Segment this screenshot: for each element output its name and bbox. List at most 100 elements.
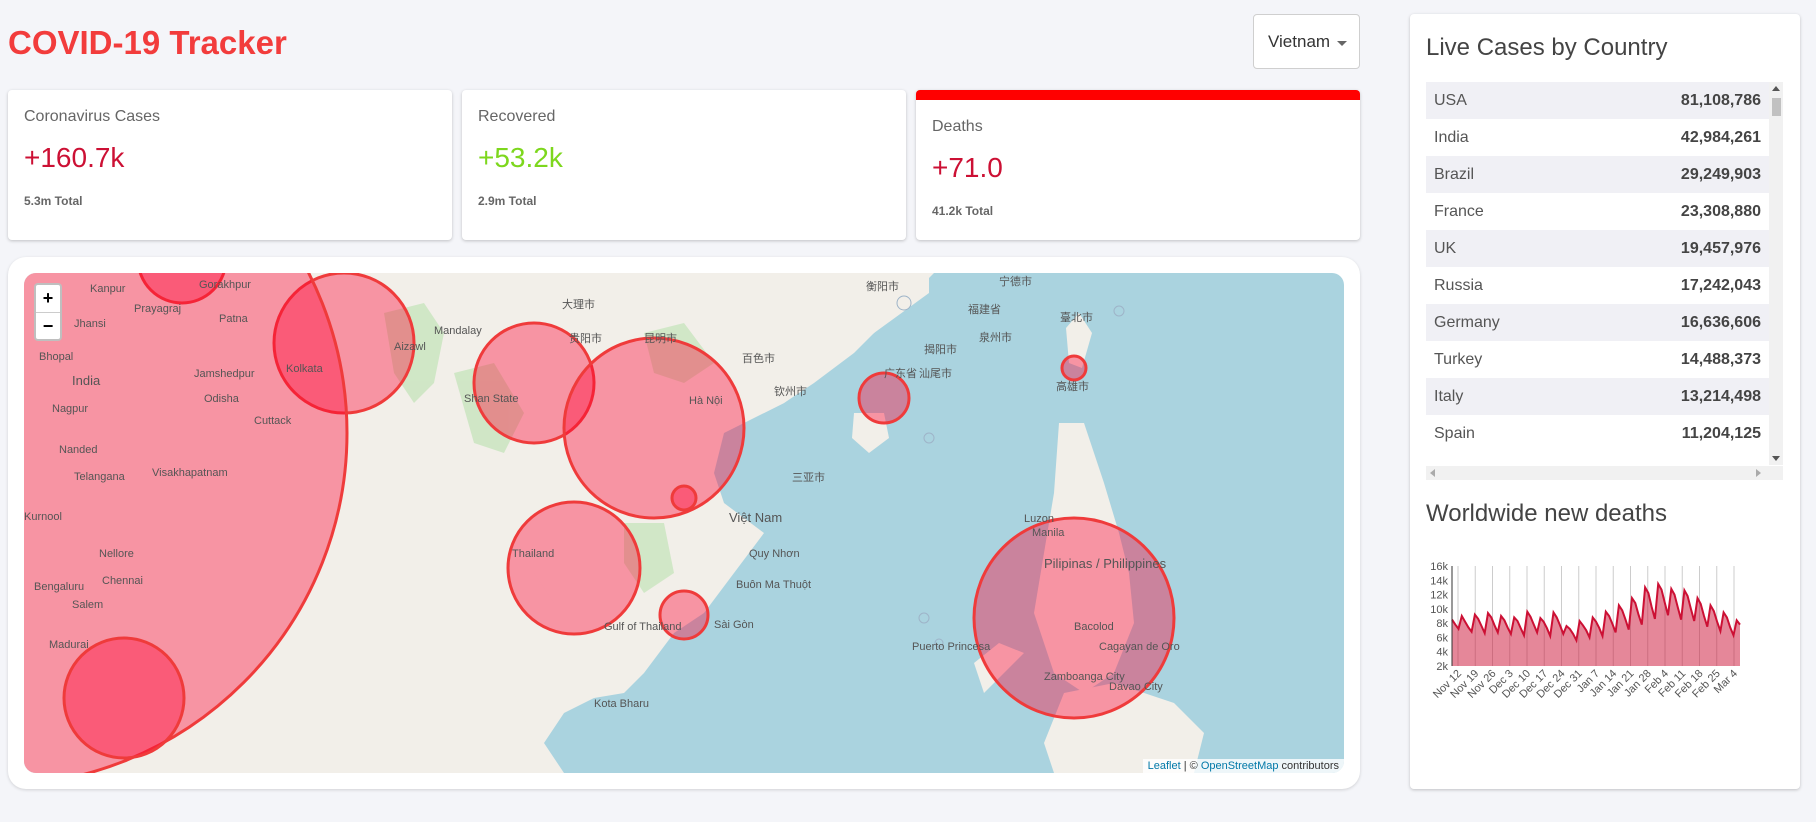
map-label: 衡阳市 <box>866 281 899 293</box>
y-tick-label: 6k <box>1436 632 1448 644</box>
scroll-up-icon[interactable] <box>1772 86 1780 91</box>
y-tick-label: 14k <box>1430 575 1448 587</box>
row-cases: 81,108,786 <box>1680 91 1761 109</box>
map-label: Nanded <box>59 444 98 456</box>
deaths-card-label: Deaths <box>932 118 983 135</box>
cases-card-label: Coronavirus Cases <box>24 108 161 125</box>
y-tick-label: 16k <box>1430 561 1448 573</box>
map-label: 宁德市 <box>999 276 1032 288</box>
map-label: Kurnool <box>24 511 62 523</box>
map-label: Aizawl <box>394 341 426 353</box>
map-label: Cuttack <box>254 415 292 427</box>
map-labels-layer: Kanpur Prayagraj Patna Jhansi Bhopal India Kol… <box>24 273 1344 773</box>
map-label: 大理市 <box>562 299 595 311</box>
table-row[interactable]: France 23,308,880 <box>1426 193 1769 230</box>
app-title: COVID-19 Tracker <box>8 24 287 61</box>
map-label: 三亚市 <box>792 472 825 484</box>
worldwide-deaths-title: Worldwide new deaths <box>1426 500 1668 527</box>
row-country: France <box>1434 202 1484 220</box>
map-label: Gulf of Thailand <box>604 621 682 633</box>
live-cases-title: Live Cases by Country <box>1426 34 1668 61</box>
row-cases: 42,984,261 <box>1680 128 1761 146</box>
map-label: Bhopal <box>39 351 74 363</box>
row-cases: 14,488,373 <box>1680 350 1761 368</box>
table-row[interactable]: Brazil 29,249,903 <box>1426 156 1769 193</box>
row-country: India <box>1434 128 1469 146</box>
map-label: 钦州市 <box>774 386 807 398</box>
map-label: Salem <box>72 599 104 611</box>
zoom-out-button[interactable]: − <box>36 312 60 339</box>
leaflet-link[interactable]: Leaflet <box>1148 760 1181 772</box>
scroll-right-icon[interactable] <box>1756 469 1761 477</box>
map-label: Buôn Ma Thuột <box>736 579 812 591</box>
map-label: Kota Bharu <box>594 698 650 710</box>
cases-card-value: +160.7k <box>24 142 125 173</box>
cases-card[interactable]: Coronavirus Cases +160.7k 5.3m Total <box>8 90 452 240</box>
attribution-suffix: contributors <box>1278 760 1339 772</box>
map-label: Kanpur <box>90 283 126 295</box>
y-tick-label: 4k <box>1436 647 1448 659</box>
map-label: Visakhapatnam <box>152 467 228 479</box>
row-country: Turkey <box>1434 350 1483 368</box>
row-country: USA <box>1434 91 1467 109</box>
map-label: 百色市 <box>742 353 775 365</box>
scroll-left-icon[interactable] <box>1430 469 1435 477</box>
map-label: Bacolod <box>1074 621 1114 633</box>
map-label: Nagpur <box>52 403 89 415</box>
table-row[interactable]: Russia 17,242,043 <box>1426 267 1769 304</box>
recovered-card-total: 2.9m Total <box>478 194 537 208</box>
zoom-in-button[interactable]: + <box>36 285 60 312</box>
table-row[interactable]: USA 81,108,786 <box>1426 82 1769 119</box>
map-label: Nellore <box>99 548 134 560</box>
row-cases: 19,457,976 <box>1680 239 1761 257</box>
y-tick-label: 8k <box>1436 618 1448 630</box>
map-label: Chennai <box>102 575 143 587</box>
deaths-card-value: +71.0 <box>932 152 1003 183</box>
row-country: Spain <box>1434 424 1475 442</box>
horizontal-scrollbar[interactable] <box>1426 466 1783 480</box>
y-tick-label: 10k <box>1430 604 1448 616</box>
map-label: Bengaluru <box>34 581 85 593</box>
map-view[interactable]: Kanpur Prayagraj Patna Jhansi Bhopal India Kol… <box>24 273 1344 773</box>
country-select-value: Vietnam <box>1268 31 1331 51</box>
osm-link[interactable]: OpenStreetMap <box>1201 760 1279 772</box>
scroll-down-icon[interactable] <box>1772 456 1780 461</box>
map-label: India <box>72 373 101 388</box>
map-label: Manila <box>1032 527 1065 539</box>
map-label: Patna <box>219 313 248 325</box>
scroll-thumb[interactable] <box>1772 98 1781 116</box>
map-label: 高雄市 <box>1056 381 1089 393</box>
map-label: Shan State <box>464 393 519 405</box>
caret-down-icon <box>1337 41 1347 46</box>
zoom-control: + − <box>34 283 62 341</box>
cases-card-total: 5.3m Total <box>24 194 83 208</box>
deaths-chart-svg: 2k4k6k8k10k12k14k16kNov 12Nov 19Nov 26De… <box>1430 561 1741 701</box>
table-row[interactable]: Italy 13,214,498 <box>1426 378 1769 415</box>
map-label: Việt Nam <box>729 510 783 525</box>
row-country: UK <box>1434 239 1457 257</box>
y-tick-label: 2k <box>1436 661 1448 673</box>
table-row[interactable]: UK 19,457,976 <box>1426 230 1769 267</box>
map-label: 昆明市 <box>644 333 677 345</box>
table-row[interactable]: Turkey 14,488,373 <box>1426 341 1769 378</box>
live-cases-table[interactable]: USA 81,108,786 India 42,984,261 Brazil 29,249… <box>1426 82 1783 480</box>
map-label: 广东省 <box>884 368 917 380</box>
map-label: Luzon <box>1024 513 1054 525</box>
table-row[interactable]: Spain 11,204,125 <box>1426 415 1769 452</box>
map-label: Sài Gòn <box>714 619 754 631</box>
map-label: Pilipinas / Philippines <box>1044 556 1167 571</box>
deaths-card[interactable]: Deaths +71.0 41.2k Total <box>916 90 1360 240</box>
row-cases: 11,204,125 <box>1681 424 1761 442</box>
table-row[interactable]: Germany 16,636,606 <box>1426 304 1769 341</box>
row-country: Russia <box>1434 276 1483 294</box>
recovered-card[interactable]: Recovered +53.2k 2.9m Total <box>462 90 906 240</box>
row-cases: 13,214,498 <box>1680 387 1761 405</box>
vertical-scrollbar[interactable] <box>1769 82 1783 465</box>
map-label: Puerto Princesa <box>912 641 991 653</box>
map-label: 臺北市 <box>1060 312 1093 324</box>
country-select[interactable]: Vietnam <box>1253 14 1360 69</box>
recovered-card-value: +53.2k <box>478 142 563 173</box>
table-row[interactable]: India 42,984,261 <box>1426 119 1769 156</box>
map-label: Jhansi <box>74 318 106 330</box>
live-cases-rows: USA 81,108,786 India 42,984,261 Brazil 29,249… <box>1426 82 1783 452</box>
